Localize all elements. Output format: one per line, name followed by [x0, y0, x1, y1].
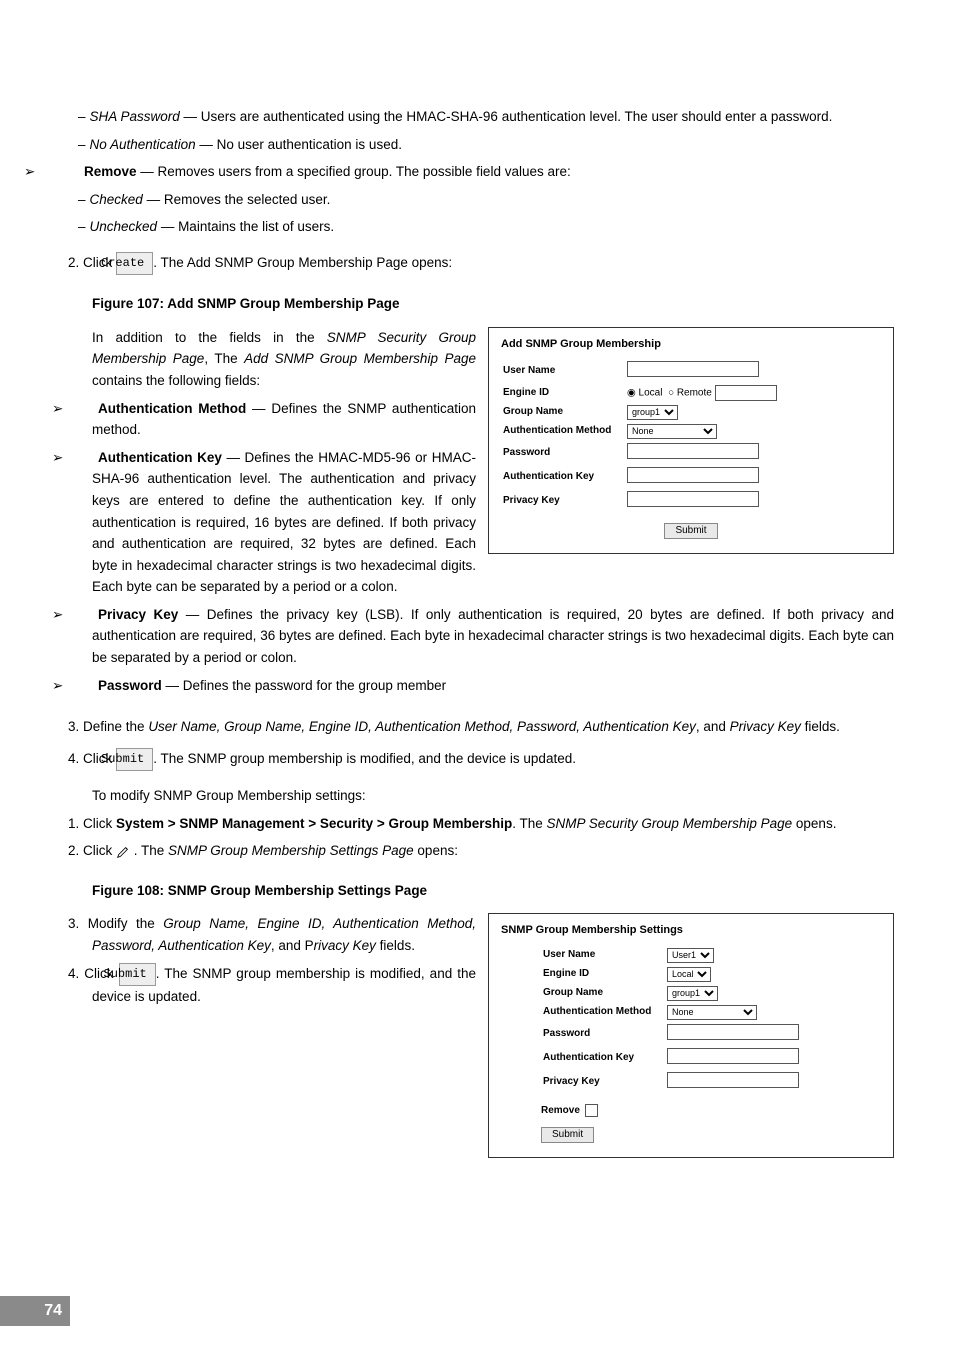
remove-checked: –Checked — Removes the selected user. — [92, 189, 894, 211]
remove-checkbox[interactable] — [585, 1104, 598, 1117]
settings-title: SNMP Group Membership Settings — [501, 924, 881, 937]
remove-label: Remove — [84, 164, 137, 179]
s-lbl-group: Group Name — [541, 984, 665, 1003]
s-sel-user[interactable]: User1 — [667, 948, 714, 963]
checked-text: — Removes the selected user. — [143, 192, 331, 207]
step2-post: . The Add SNMP Group Membership Page ope… — [153, 255, 452, 270]
sub-bullet-noauth: –No Authentication — No user authenticat… — [92, 134, 894, 156]
figure-107-title: Figure 107: Add SNMP Group Membership Pa… — [92, 293, 894, 315]
step-2: 2. Click Create. The Add SNMP Group Memb… — [92, 252, 894, 275]
s-lbl-authk: Authentication Key — [541, 1046, 665, 1070]
step-4: 4. Click Submit. The SNMP group membersh… — [92, 748, 894, 771]
lbl-group-name: Group Name — [501, 403, 625, 422]
add-submit-button[interactable]: Submit — [664, 523, 717, 539]
s-sel-group[interactable]: group1 — [667, 986, 718, 1001]
remove-bullet: ➢Remove — Removes users from a specified… — [92, 161, 894, 183]
sel-group-name[interactable]: group1 — [627, 405, 678, 420]
lbl-auth-method: Authentication Method — [501, 422, 625, 441]
remove-row: Remove — [541, 1104, 881, 1117]
settings-box: SNMP Group Membership Settings User Name… — [488, 913, 894, 1157]
radio-local[interactable]: ◉ Local — [627, 388, 662, 399]
lbl-priv-key: Privacy Key — [501, 489, 625, 513]
unchecked-text: — Maintains the list of users. — [157, 219, 334, 234]
s-fld-pass[interactable] — [667, 1024, 799, 1040]
settings-submit-button[interactable]: Submit — [541, 1127, 594, 1143]
lbl-engine-id: Engine ID — [501, 383, 625, 403]
add-snmp-box: Add SNMP Group Membership User Name Engi… — [488, 327, 894, 554]
sha-label: SHA Password — [90, 109, 180, 124]
pencil-icon[interactable] — [116, 845, 130, 859]
fld-priv-key[interactable] — [627, 491, 759, 507]
step-3: 3. Define the User Name, Group Name, Eng… — [92, 716, 894, 738]
sel-auth-method[interactable]: None — [627, 424, 717, 439]
page-number: 74 — [0, 1296, 70, 1326]
create-button[interactable]: Create — [116, 252, 153, 275]
fld-password[interactable] — [627, 443, 759, 459]
sha-text: — Users are authenticated using the HMAC… — [180, 109, 833, 124]
s-lbl-engine: Engine ID — [541, 965, 665, 984]
figure-108-title: Figure 108: SNMP Group Membership Settin… — [92, 880, 894, 902]
noauth-label: No Authentication — [90, 137, 196, 152]
s-fld-authk[interactable] — [667, 1048, 799, 1064]
submit-button-1[interactable]: Submit — [116, 748, 153, 771]
add-box-title: Add SNMP Group Membership — [501, 338, 881, 351]
s-sel-engine[interactable]: Local — [667, 967, 711, 982]
unchecked-label: Unchecked — [90, 219, 158, 234]
s-lbl-pass: Password — [541, 1022, 665, 1046]
s-fld-privk[interactable] — [667, 1072, 799, 1088]
lbl-user-name: User Name — [501, 359, 625, 383]
noauth-text: — No user authentication is used. — [196, 137, 402, 152]
s-lbl-privk: Privacy Key — [541, 1070, 665, 1094]
bullet-priv-key: ➢Privacy Key — Defines the privacy key (… — [92, 604, 894, 669]
lbl-password: Password — [501, 441, 625, 465]
mod-step-1: 1. Click System > SNMP Management > Secu… — [92, 813, 894, 835]
remove-unchecked: –Unchecked — Maintains the list of users… — [92, 216, 894, 238]
remove-text: — Removes users from a specified group. … — [137, 164, 571, 179]
fld-auth-key[interactable] — [627, 467, 759, 483]
s-lbl-user: User Name — [541, 946, 665, 965]
modify-header: To modify SNMP Group Membership settings… — [92, 785, 894, 807]
checked-label: Checked — [90, 192, 143, 207]
lbl-auth-key: Authentication Key — [501, 465, 625, 489]
submit-button-2[interactable]: Submit — [119, 963, 156, 986]
radio-remote[interactable]: ○ Remote — [668, 388, 712, 399]
s-lbl-auth-m: Authentication Method — [541, 1003, 665, 1022]
mod-step-2: 2. Click . The SNMP Group Membership Set… — [92, 840, 894, 862]
fld-engine-remote[interactable] — [715, 385, 777, 401]
fld-user-name[interactable] — [627, 361, 759, 377]
sub-bullet-sha: –SHA Password — Users are authenticated … — [92, 106, 894, 128]
s-sel-auth-m[interactable]: None — [667, 1005, 757, 1020]
bullet-password: ➢Password — Defines the password for the… — [92, 675, 894, 697]
